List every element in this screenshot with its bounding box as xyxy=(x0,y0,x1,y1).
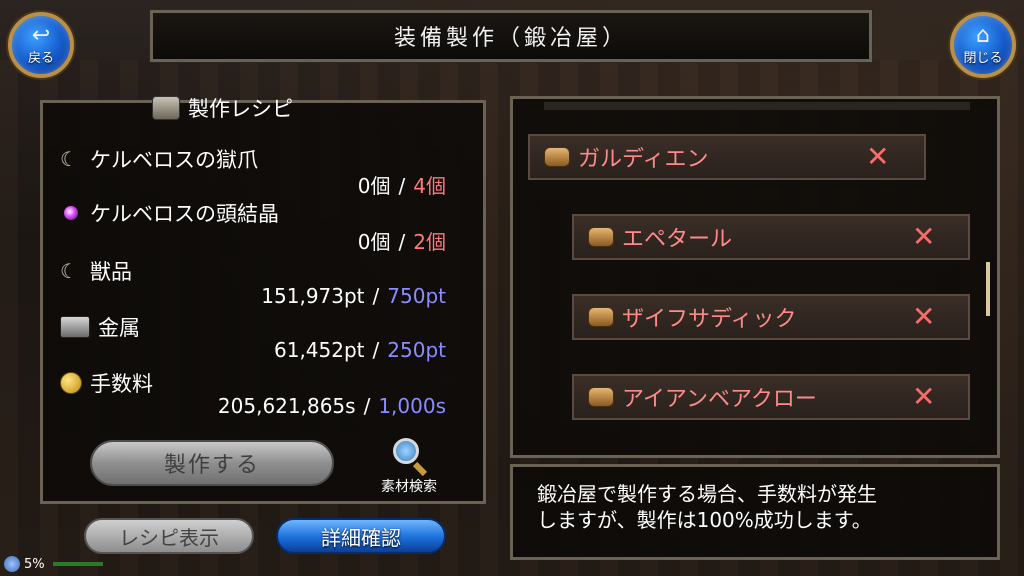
scroll-icon xyxy=(588,307,614,327)
material-quantity: 0個 / 4個 xyxy=(358,170,446,199)
material-row: ☾ ケルベロスの獄爪 xyxy=(60,144,258,174)
scroll-icon xyxy=(588,227,614,247)
crystal-orb-icon xyxy=(64,206,78,220)
material-row: 手数料 xyxy=(60,368,153,398)
tree-item-epetar[interactable]: エペタール ✕ xyxy=(572,214,970,260)
material-need: 4個 xyxy=(413,174,446,198)
close-button[interactable]: ⌂ 閉じる xyxy=(950,12,1016,78)
material-have: 61,452pt xyxy=(274,338,365,362)
recipe-header: 製作レシピ xyxy=(152,92,293,124)
x-mark-icon: ✕ xyxy=(866,140,890,173)
material-name: 手数料 xyxy=(90,372,153,396)
tree-item-iron-bear-claw[interactable]: アイアンベアクロー ✕ xyxy=(572,374,970,420)
scroll-icon xyxy=(588,387,614,407)
material-need: 2個 xyxy=(413,230,446,254)
material-have: 205,621,865s xyxy=(217,394,356,418)
metal-ingot-icon xyxy=(60,316,90,338)
claw-icon: ☾ xyxy=(60,259,78,283)
magnifier-icon xyxy=(389,436,429,477)
tree-scrollbar[interactable] xyxy=(986,262,990,316)
quantity-separator: / xyxy=(372,338,380,362)
craft-button-label: 製作する xyxy=(163,453,260,478)
back-arrow-icon: ↩ xyxy=(31,22,51,48)
recipe-book-icon xyxy=(152,96,180,120)
craft-button[interactable]: 製作する xyxy=(90,440,334,486)
recipe-view-button[interactable]: レシピ表示 xyxy=(84,518,254,554)
quantity-separator: / xyxy=(398,230,406,254)
info-line-2: しますが、製作は100%成功します。 xyxy=(537,508,872,532)
material-quantity: 151,973pt / 750pt xyxy=(261,284,446,308)
quantity-separator: / xyxy=(398,174,406,198)
back-button[interactable]: ↩ 戻る xyxy=(8,12,74,78)
status-bar xyxy=(52,562,103,566)
material-have: 0個 xyxy=(357,174,391,198)
coin-icon xyxy=(60,372,82,394)
title-bar: 装備製作（鍛冶屋） xyxy=(149,9,873,63)
material-quantity: 205,621,865s / 1,000s xyxy=(218,394,446,418)
tree-item-zaifsadik[interactable]: ザイフサディック ✕ xyxy=(572,294,970,340)
scroll-icon xyxy=(544,147,570,167)
material-quantity: 0個 / 2個 xyxy=(358,226,446,255)
material-have: 151,973pt xyxy=(261,284,365,308)
material-need: 1,000s xyxy=(378,394,446,418)
material-name: ケルベロスの頭結晶 xyxy=(90,202,279,226)
info-line-1: 鍛冶屋で製作する場合、手数料が発生 xyxy=(537,482,877,506)
tree-item-galdien[interactable]: ガルディエン ✕ xyxy=(528,134,926,180)
material-search-label: 素材検索 xyxy=(381,479,437,495)
material-have: 0個 xyxy=(357,230,391,254)
material-row: 金属 xyxy=(60,312,140,342)
recipe-view-label: レシピ表示 xyxy=(119,525,219,550)
material-name: 金属 xyxy=(98,316,140,340)
tree-item-label: ガルディエン xyxy=(578,147,709,172)
material-name: 獣品 xyxy=(90,260,132,284)
material-quantity: 61,452pt / 250pt xyxy=(274,338,446,362)
material-row: ケルベロスの頭結晶 xyxy=(60,198,279,228)
material-search-button[interactable]: 素材検索 xyxy=(368,436,450,498)
status-percent: 5% xyxy=(24,556,45,572)
status-indicator: 5% xyxy=(4,556,103,572)
quantity-separator: / xyxy=(372,284,380,308)
x-mark-icon: ✕ xyxy=(912,220,936,253)
tree-item-label: アイアンベアクロー xyxy=(622,387,817,412)
tree-item-label: エペタール xyxy=(622,227,733,252)
info-message-box: 鍛冶屋で製作する場合、手数料が発生 しますが、製作は100%成功します。 xyxy=(510,464,1000,560)
tree-item-label: ザイフサディック xyxy=(622,307,797,332)
page-title: 装備製作（鍛冶屋） xyxy=(393,26,628,51)
close-label: 閉じる xyxy=(963,50,1003,66)
material-need: 750pt xyxy=(387,284,446,308)
material-need: 250pt xyxy=(387,338,446,362)
detail-check-label: 詳細確認 xyxy=(321,525,401,550)
tree-top-edge xyxy=(544,102,970,110)
back-label: 戻る xyxy=(27,50,54,66)
x-mark-icon: ✕ xyxy=(912,380,936,413)
x-mark-icon: ✕ xyxy=(912,300,936,333)
material-name: ケルベロスの獄爪 xyxy=(90,148,258,172)
recipe-header-label: 製作レシピ xyxy=(188,97,293,121)
quantity-separator: / xyxy=(363,394,371,418)
gear-icon xyxy=(4,556,20,572)
material-row: ☾ 獣品 xyxy=(60,256,132,286)
home-icon: ⌂ xyxy=(976,22,990,48)
detail-check-button[interactable]: 詳細確認 xyxy=(276,518,446,554)
claw-icon: ☾ xyxy=(60,147,78,171)
